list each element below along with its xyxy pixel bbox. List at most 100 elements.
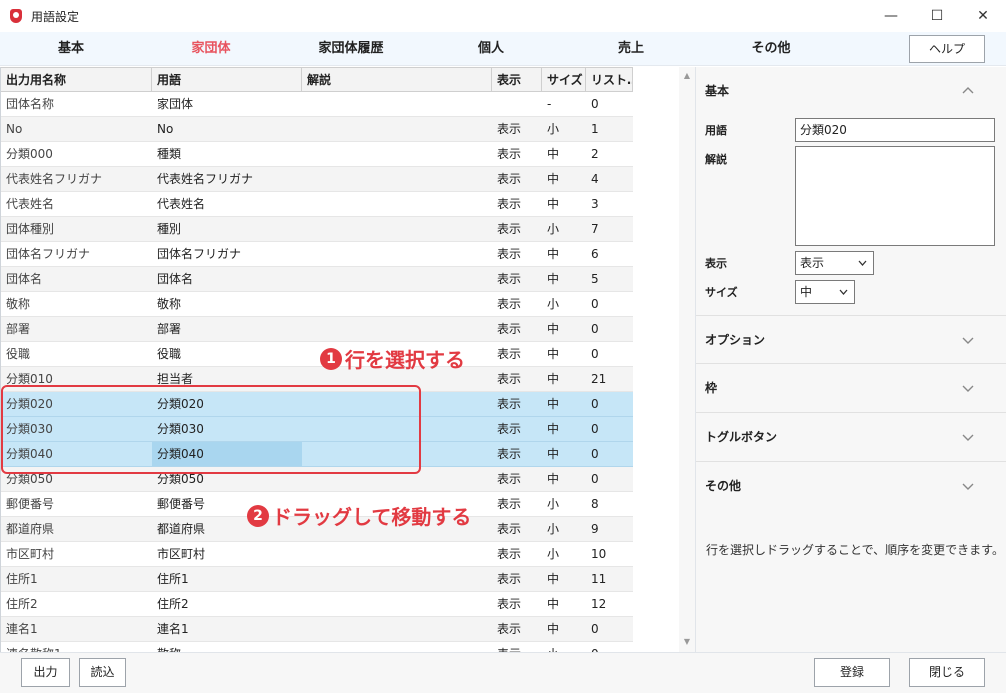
cell-list[interactable]: 11 bbox=[586, 567, 633, 591]
import-button[interactable]: 読込 bbox=[79, 658, 126, 687]
cell-size[interactable]: 中 bbox=[542, 367, 586, 391]
cell-term[interactable]: 役職 bbox=[152, 342, 302, 366]
cell-term[interactable]: No bbox=[152, 117, 302, 141]
cell-output-name[interactable]: 市区町村 bbox=[1, 542, 152, 566]
cell-size[interactable]: 中 bbox=[542, 392, 586, 416]
cell-size[interactable]: 小 bbox=[542, 217, 586, 241]
cell-description[interactable] bbox=[302, 292, 492, 316]
cell-display[interactable]: 表示 bbox=[492, 317, 542, 341]
cell-term[interactable]: 種類 bbox=[152, 142, 302, 166]
cell-output-name[interactable]: 団体種別 bbox=[1, 217, 152, 241]
column-header-display[interactable]: 表示 bbox=[492, 68, 542, 92]
cell-display[interactable]: 表示 bbox=[492, 117, 542, 141]
chevron-down-icon[interactable] bbox=[962, 382, 974, 394]
cell-list[interactable]: 0 bbox=[586, 642, 633, 652]
cell-term[interactable]: 代表姓名 bbox=[152, 192, 302, 216]
cell-list[interactable]: 5 bbox=[586, 267, 633, 291]
table-row[interactable]: 住所1 住所1 表示中 11 bbox=[1, 567, 633, 592]
column-header-term[interactable]: 用語 bbox=[152, 68, 302, 92]
table-row[interactable]: 団体種別 種別 表示小 7 bbox=[1, 217, 633, 242]
cell-description[interactable] bbox=[302, 92, 492, 116]
cell-size[interactable]: 中 bbox=[542, 617, 586, 641]
cell-list[interactable]: 0 bbox=[586, 392, 633, 416]
cell-term[interactable]: 市区町村 bbox=[152, 542, 302, 566]
cell-size[interactable]: 小 bbox=[542, 292, 586, 316]
table-scrollbar[interactable]: ▲ ▼ bbox=[679, 67, 695, 652]
cell-output-name[interactable]: 連名1 bbox=[1, 617, 152, 641]
section-frame-header[interactable]: 枠 bbox=[696, 364, 1006, 413]
cell-size[interactable]: 中 bbox=[542, 242, 586, 266]
cell-list[interactable]: 3 bbox=[586, 192, 633, 216]
cell-description[interactable] bbox=[302, 217, 492, 241]
cell-display[interactable]: 表示 bbox=[492, 492, 542, 516]
cell-list[interactable]: 0 bbox=[586, 342, 633, 366]
chevron-down-icon[interactable] bbox=[962, 431, 974, 443]
scroll-up-icon[interactable]: ▲ bbox=[682, 71, 692, 81]
cell-display[interactable]: 表示 bbox=[492, 467, 542, 491]
cell-term[interactable]: 団体名フリガナ bbox=[152, 242, 302, 266]
section-toggle-button-header[interactable]: トグルボタン bbox=[696, 413, 1006, 462]
cell-display[interactable]: 表示 bbox=[492, 192, 542, 216]
cell-display[interactable]: 表示 bbox=[492, 242, 542, 266]
table-row[interactable]: 住所2 住所2 表示中 12 bbox=[1, 592, 633, 617]
cell-output-name[interactable]: 団体名フリガナ bbox=[1, 242, 152, 266]
cell-list[interactable]: 0 bbox=[586, 317, 633, 341]
cell-term[interactable]: 連名1 bbox=[152, 617, 302, 641]
column-header-list[interactable]: リスト… bbox=[586, 68, 633, 92]
cell-size[interactable]: 中 bbox=[542, 342, 586, 366]
cell-output-name[interactable]: 部署 bbox=[1, 317, 152, 341]
cell-description[interactable] bbox=[302, 617, 492, 641]
cell-description[interactable] bbox=[302, 592, 492, 616]
cell-display[interactable]: 表示 bbox=[492, 542, 542, 566]
term-input[interactable]: 分類020 bbox=[795, 118, 995, 142]
section-options-header[interactable]: オプション bbox=[696, 315, 1006, 364]
tab-individual[interactable]: 個人 bbox=[436, 32, 546, 66]
cell-display[interactable]: 表示 bbox=[492, 342, 542, 366]
description-textarea[interactable] bbox=[795, 146, 995, 246]
cell-size[interactable]: 中 bbox=[542, 142, 586, 166]
cell-display[interactable] bbox=[492, 92, 542, 116]
cell-list[interactable]: 4 bbox=[586, 167, 633, 191]
cell-list[interactable]: 8 bbox=[586, 492, 633, 516]
cell-term[interactable]: 代表姓名フリガナ bbox=[152, 167, 302, 191]
cell-list[interactable]: 10 bbox=[586, 542, 633, 566]
cell-list[interactable]: 6 bbox=[586, 242, 633, 266]
export-button[interactable]: 出力 bbox=[21, 658, 70, 687]
cell-size[interactable]: 中 bbox=[542, 317, 586, 341]
cell-display[interactable]: 表示 bbox=[492, 142, 542, 166]
table-row[interactable]: 代表姓名フリガナ 代表姓名フリガナ 表示中 4 bbox=[1, 167, 633, 192]
table-row[interactable]: 団体名フリガナ 団体名フリガナ 表示中 6 bbox=[1, 242, 633, 267]
cell-description[interactable] bbox=[302, 242, 492, 266]
table-row[interactable]: 連名1 連名1 表示中 0 bbox=[1, 617, 633, 642]
maximize-button[interactable]: ☐ bbox=[914, 0, 960, 32]
cell-description[interactable] bbox=[302, 192, 492, 216]
column-header-size[interactable]: サイズ bbox=[542, 68, 586, 92]
cell-display[interactable]: 表示 bbox=[492, 617, 542, 641]
cell-list[interactable]: 1 bbox=[586, 117, 633, 141]
table-row[interactable]: 団体名称 家団体 -0 bbox=[1, 92, 633, 117]
size-select[interactable]: 中 bbox=[795, 280, 855, 304]
cell-size[interactable]: 小 bbox=[542, 542, 586, 566]
cell-size[interactable]: 小 bbox=[542, 492, 586, 516]
cell-display[interactable]: 表示 bbox=[492, 417, 542, 441]
cell-output-name[interactable]: 代表姓名 bbox=[1, 192, 152, 216]
cell-display[interactable]: 表示 bbox=[492, 642, 542, 652]
cell-list[interactable]: 0 bbox=[586, 442, 633, 466]
cell-size[interactable]: 中 bbox=[542, 592, 586, 616]
cell-description[interactable] bbox=[302, 117, 492, 141]
register-button[interactable]: 登録 bbox=[814, 658, 890, 687]
cell-size[interactable]: 中 bbox=[542, 442, 586, 466]
scroll-down-icon[interactable]: ▼ bbox=[682, 637, 692, 647]
cell-description[interactable] bbox=[302, 642, 492, 652]
cell-term[interactable]: 家団体 bbox=[152, 92, 302, 116]
close-button[interactable]: 閉じる bbox=[909, 658, 985, 687]
display-select[interactable]: 表示 bbox=[795, 251, 874, 275]
cell-description[interactable] bbox=[302, 267, 492, 291]
cell-display[interactable]: 表示 bbox=[492, 592, 542, 616]
cell-description[interactable] bbox=[302, 317, 492, 341]
cell-display[interactable]: 表示 bbox=[492, 442, 542, 466]
cell-output-name[interactable]: 敬称 bbox=[1, 292, 152, 316]
minimize-button[interactable]: — bbox=[868, 0, 914, 32]
cell-output-name[interactable]: 都道府県 bbox=[1, 517, 152, 541]
tab-basic[interactable]: 基本 bbox=[16, 32, 126, 66]
